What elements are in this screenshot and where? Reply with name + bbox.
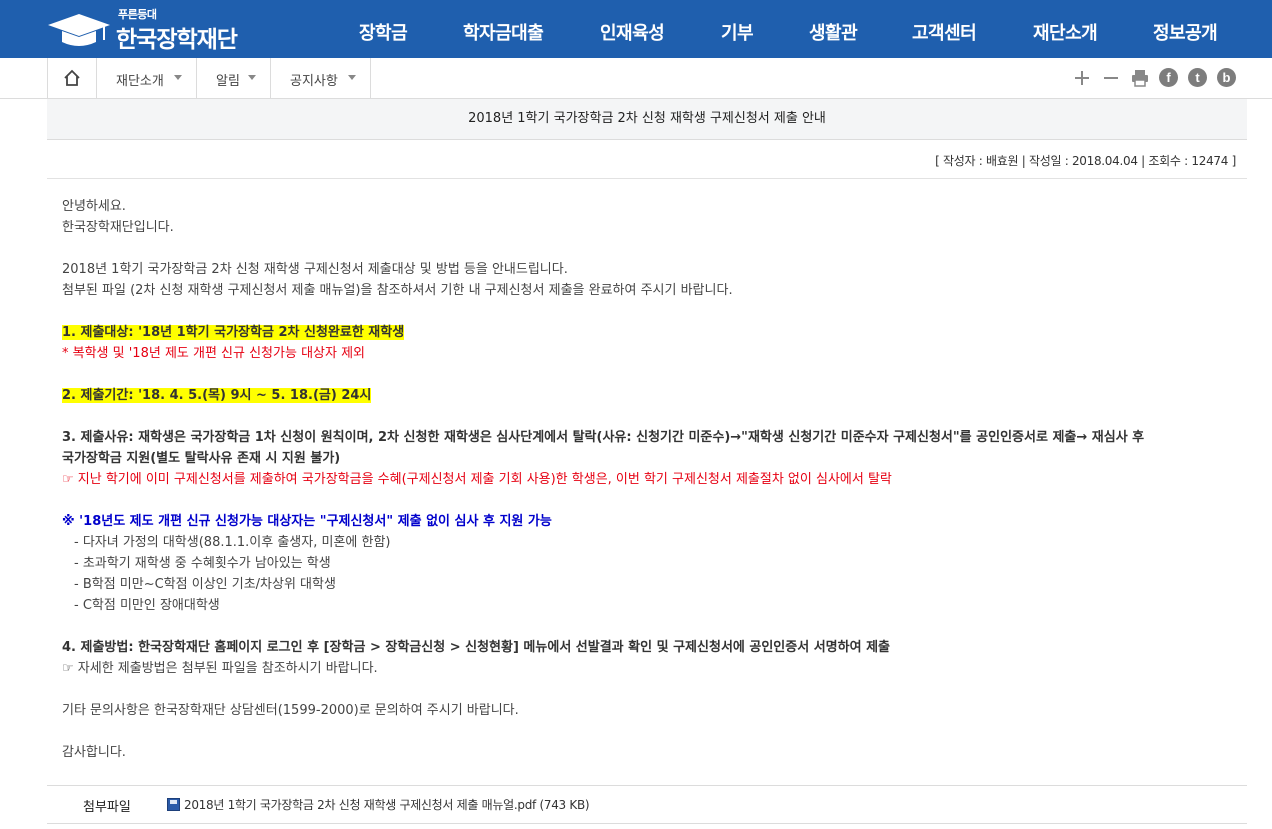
nav-customer-center[interactable]: 고객센터 (912, 19, 977, 45)
top-header: 푸른등대 한국장학재단 장학금 학자금대출 인재육성 기부 생활관 고객센터 재… (0, 0, 1272, 58)
divider (47, 178, 1247, 179)
breadcrumb-notice-group[interactable]: 알림 (196, 58, 271, 98)
post-title: 2018년 1학기 국가장학금 2차 신청 재학생 구제신청서 제출 안내 (47, 99, 1247, 140)
blog-icon[interactable]: b (1217, 68, 1236, 87)
chevron-down-icon (248, 75, 256, 80)
intro-line: 첨부된 파일 (2차 신청 재학생 구제신청서 제출 매뉴얼)을 참조하셔서 기… (62, 283, 733, 298)
nav-donation[interactable]: 기부 (721, 19, 754, 45)
logo-name: 한국장학재단 (116, 27, 238, 53)
home-icon (64, 69, 80, 86)
target-note: * 복학생 및 '18년 제도 개편 신규 신청가능 대상자 제외 (62, 346, 366, 361)
target-heading: 1. 제출대상: '18년 1학기 국가장학금 2차 신청완료한 재학생 (62, 325, 405, 340)
list-item: - 다자녀 가정의 대학생(88.1.1.이후 출생자, 미혼에 한함) (74, 535, 391, 550)
floppy-disk-icon (167, 798, 180, 811)
notice-heading: ※ '18년도 제도 개편 신규 신청가능 대상자는 "구제신청서" 제출 없이… (62, 514, 552, 529)
breadcrumb-label: 공지사항 (290, 74, 338, 89)
breadcrumb-notice[interactable]: 공지사항 (270, 58, 371, 98)
nav-about[interactable]: 재단소개 (1033, 19, 1098, 45)
nav-disclosure[interactable]: 정보공개 (1153, 19, 1218, 45)
breadcrumb-about[interactable]: 재단소개 (96, 58, 197, 98)
intro-line: 2018년 1학기 국가장학금 2차 신청 재학생 구제신청서 제출대상 및 방… (62, 262, 568, 277)
nav-scholarship[interactable]: 장학금 (359, 19, 408, 45)
chevron-down-icon (348, 75, 356, 80)
list-item: - C학점 미만인 장애대학생 (74, 598, 220, 613)
nav-dormitory[interactable]: 생활관 (809, 19, 858, 45)
closing-line: 감사합니다. (62, 745, 126, 760)
nav-student-loan[interactable]: 학자금대출 (463, 19, 544, 45)
twitter-icon[interactable]: t (1188, 68, 1207, 87)
divider (47, 785, 1247, 786)
divider (47, 823, 1247, 824)
print-icon[interactable] (1130, 68, 1150, 88)
method-note: ☞ 자세한 제출방법은 첨부된 파일을 참조하시기 바랍니다. (62, 661, 378, 676)
nav-talent[interactable]: 인재육성 (600, 19, 665, 45)
plus-icon[interactable] (1072, 68, 1092, 88)
period-heading: 2. 제출기간: '18. 4. 5.(목) 9시 ~ 5. 18.(금) 24… (62, 388, 372, 403)
minus-icon[interactable] (1101, 68, 1121, 88)
breadcrumb: 재단소개 알림 공지사항 f t b (0, 58, 1272, 99)
list-item: - 초과학기 재학생 중 수혜횟수가 남아있는 학생 (74, 556, 331, 571)
reason-text: 3. 제출사유: 재학생은 국가장학금 1차 신청이 원칙이며, 2차 신청한 … (62, 430, 1145, 445)
list-item: - B학점 미만~C학점 이상인 기초/차상위 대학생 (74, 577, 336, 592)
greeting-line: 한국장학재단입니다. (62, 220, 174, 235)
contact-line: 기타 문의사항은 한국장학재단 상담센터(1599-2000)로 문의하여 주시… (62, 703, 519, 718)
reason-text: 국가장학금 지원(별도 탈락사유 존재 시 지원 불가) (62, 451, 341, 466)
chevron-down-icon (174, 75, 182, 80)
method-text: 4. 제출방법: 한국장학재단 홈페이지 로그인 후 [장학금 > 장학금신청 … (62, 640, 890, 655)
facebook-icon[interactable]: f (1159, 68, 1178, 87)
greeting-line: 안녕하세요. (62, 199, 126, 214)
home-button[interactable] (47, 58, 97, 98)
breadcrumb-label: 알림 (216, 74, 240, 89)
attachment-label: 첨부파일 (83, 800, 131, 815)
reason-note: ☞ 지난 학기에 이미 구제신청서를 제출하여 국가장학금을 수혜(구제신청서 … (62, 472, 892, 487)
logo[interactable]: 푸른등대 한국장학재단 (48, 6, 248, 53)
post-meta: [ 작성자 : 배효원 | 작성일 : 2018.04.04 | 조회수 : 1… (935, 154, 1236, 168)
graduation-cap-icon (48, 14, 110, 46)
attachment-link[interactable]: 2018년 1학기 국가장학금 2차 신청 재학생 구제신청서 제출 매뉴얼.p… (184, 796, 590, 813)
breadcrumb-label: 재단소개 (116, 74, 164, 89)
post-body: 안녕하세요. 한국장학재단입니다. 2018년 1학기 국가장학금 2차 신청 … (62, 196, 1242, 763)
